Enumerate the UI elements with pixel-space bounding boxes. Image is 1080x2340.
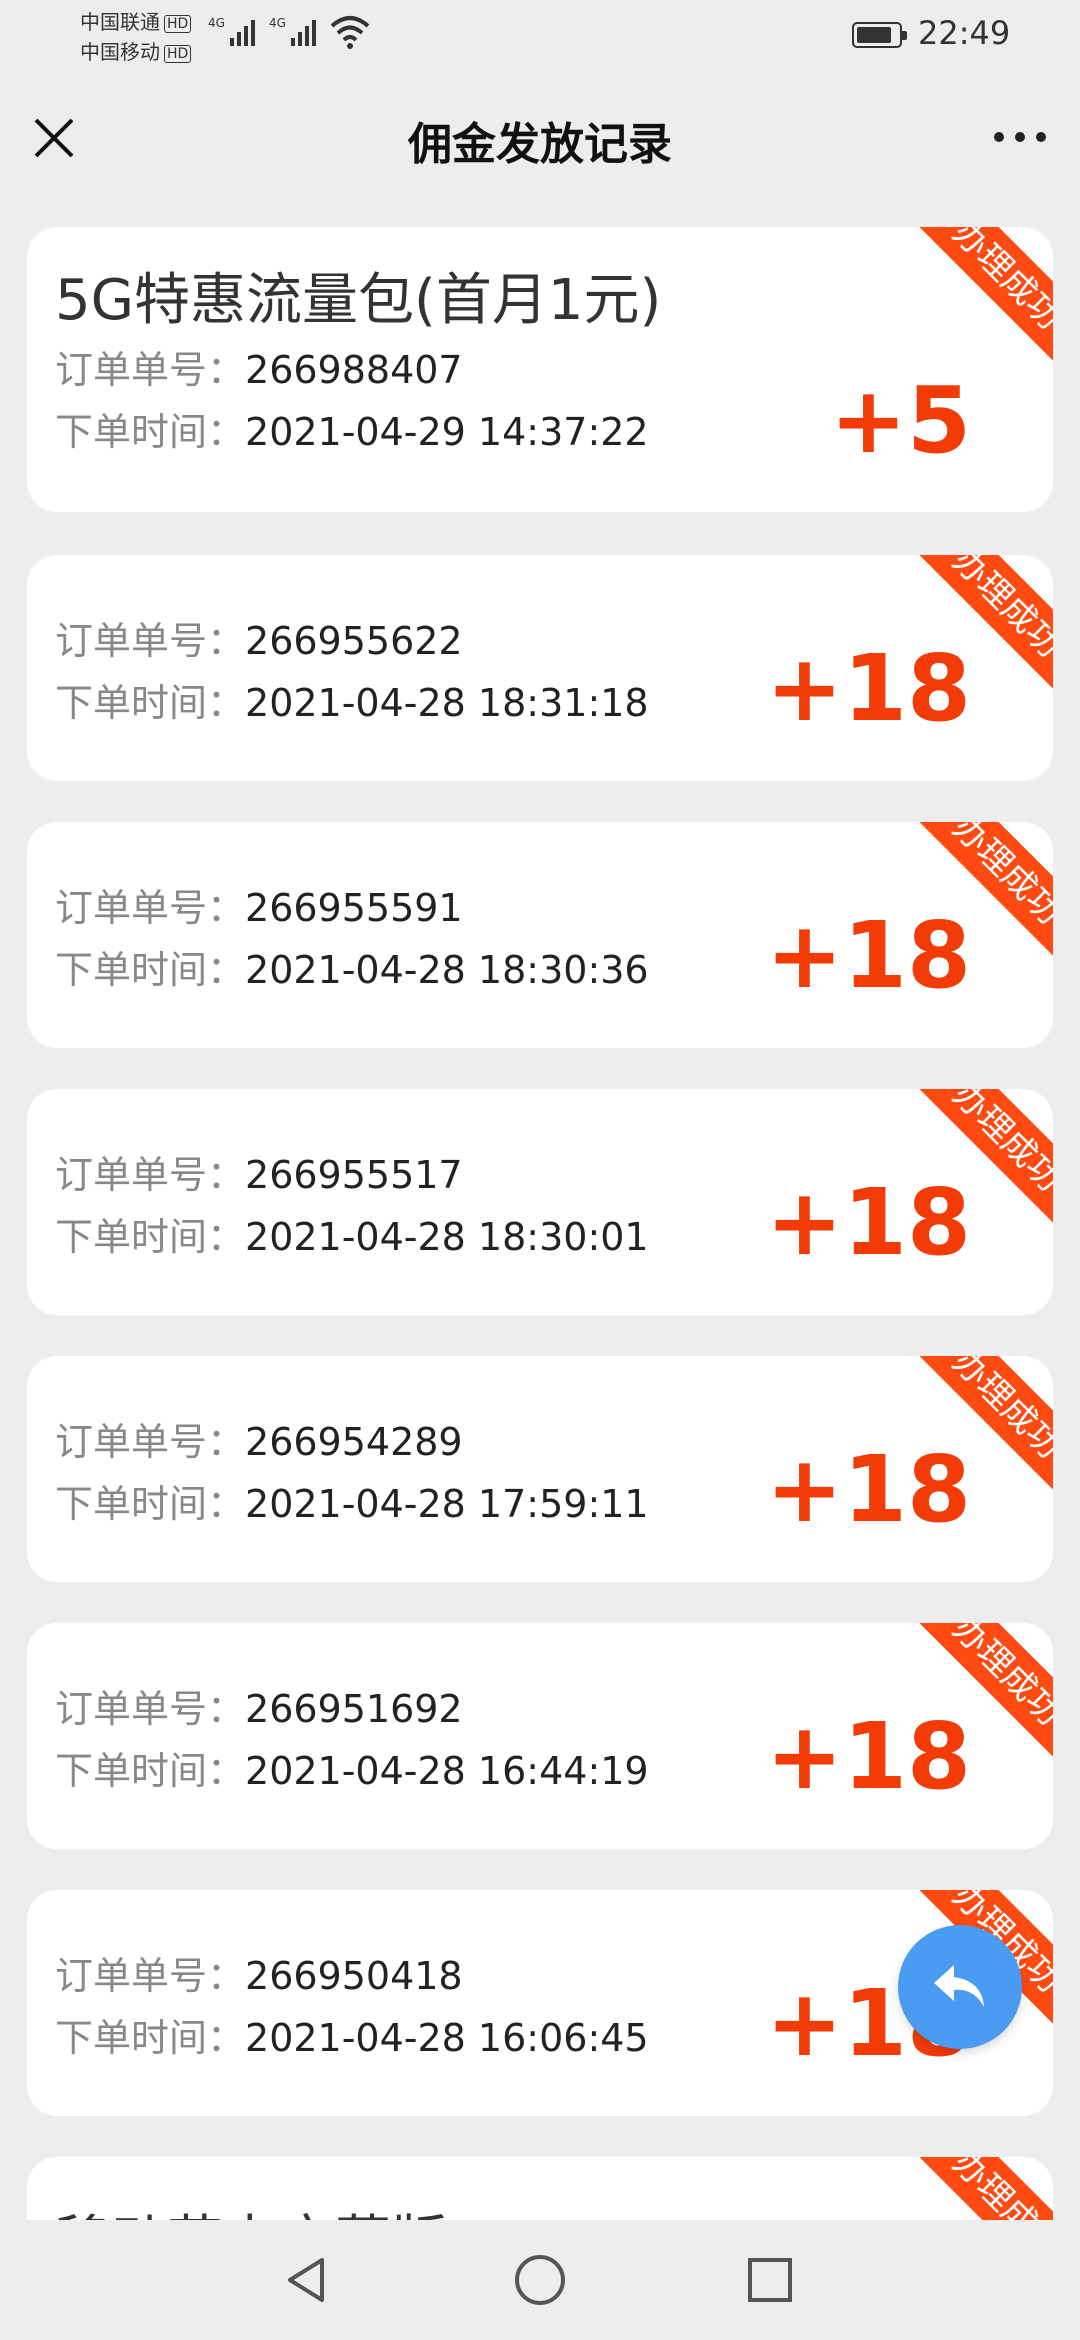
order-number-label: 订单单号：: [55, 348, 246, 392]
order-number-row: 订单单号：266955591: [55, 877, 463, 932]
hd-badge: HD: [164, 44, 192, 63]
order-time-label: 下单时间：: [55, 681, 246, 725]
order-time-label: 下单时间：: [55, 1482, 246, 1526]
order-number-row: 订单单号：266950418: [55, 1945, 463, 2000]
order-number-value: 266955622: [245, 619, 463, 663]
order-time-value: 2021-04-28 18:30:01: [245, 1215, 649, 1259]
commission-amount: +18: [765, 1703, 971, 1810]
commission-amount: +18: [765, 902, 971, 1009]
order-number-value: 266954289: [245, 1420, 463, 1464]
recent-square-icon[interactable]: [745, 2255, 795, 2305]
reply-arrow-icon: [934, 1965, 984, 2007]
signal-icon: 4G: [208, 16, 255, 46]
order-time-value: 2021-04-28 17:59:11: [245, 1482, 649, 1526]
order-time-label: 下单时间：: [55, 410, 246, 454]
commission-amount: +5: [829, 367, 971, 474]
order-time-label: 下单时间：: [55, 1749, 246, 1793]
carrier-2: 中国移动 HD: [80, 40, 192, 64]
order-time-row: 下单时间：2021-04-28 16:06:45: [55, 2007, 649, 2062]
order-time-label: 下单时间：: [55, 2016, 246, 2060]
order-number-label: 订单单号：: [55, 619, 246, 663]
order-time-label: 下单时间：: [55, 1215, 246, 1259]
signal-icons: 4G 4G: [208, 16, 316, 46]
order-time-row: 下单时间：2021-04-28 17:59:11: [55, 1473, 649, 1528]
order-time-value: 2021-04-28 16:06:45: [245, 2016, 649, 2060]
carrier-1-label: 中国联通: [80, 10, 160, 34]
order-time-row: 下单时间：2021-04-28 16:44:19: [55, 1740, 649, 1795]
record-title: 移动花卡宝藏版: [55, 2197, 447, 2220]
order-number-label: 订单单号：: [55, 1153, 246, 1197]
carrier-2-label: 中国移动: [80, 40, 160, 64]
commission-amount: +18: [765, 1436, 971, 1543]
order-time-row: 下单时间：2021-04-28 18:30:01: [55, 1206, 649, 1261]
page-title: 佣金发放记录: [408, 119, 672, 170]
home-circle-icon[interactable]: [512, 2252, 568, 2308]
hd-badge: HD: [164, 14, 192, 33]
order-number-row: 订单单号：266955517: [55, 1144, 463, 1199]
order-time-label: 下单时间：: [55, 948, 246, 992]
record-card[interactable]: 办理成功 订单单号：266951692 下单时间：2021-04-28 16:4…: [27, 1623, 1053, 1849]
order-number-row: 订单单号：266951692: [55, 1678, 463, 1733]
order-number-row: 订单单号：266955622: [55, 610, 463, 665]
record-card[interactable]: 办理成功 订单单号：266954289 下单时间：2021-04-28 17:5…: [27, 1356, 1053, 1582]
order-number-label: 订单单号：: [55, 1687, 246, 1731]
order-number-label: 订单单号：: [55, 886, 246, 930]
order-time-row: 下单时间：2021-04-28 18:30:36: [55, 939, 649, 994]
order-number-value: 266955517: [245, 1153, 463, 1197]
order-time-value: 2021-04-28 18:30:36: [245, 948, 649, 992]
network-type: 4G: [208, 16, 225, 30]
order-number-value: 266955591: [245, 886, 463, 930]
status-ribbon-label: 办理成功: [944, 2157, 1053, 2220]
status-ribbon: 办理成功: [852, 2157, 1053, 2220]
clock: 22:49: [918, 14, 1011, 52]
signal-icon: 4G: [269, 16, 316, 46]
battery-icon: [852, 22, 907, 48]
record-card[interactable]: 办理成功 移动花卡宝藏版: [27, 2157, 1053, 2220]
order-time-value: 2021-04-28 16:44:19: [245, 1749, 649, 1793]
record-card[interactable]: 办理成功 5G特惠流量包(首月1元) 订单单号：266988407 下单时间：2…: [27, 227, 1053, 512]
order-number-label: 订单单号：: [55, 1420, 246, 1464]
status-bar: 中国联通 HD 中国移动 HD 4G 4G 22:49: [0, 0, 1080, 70]
commission-amount: +18: [765, 635, 971, 742]
record-card[interactable]: 办理成功 订单单号：266950418 下单时间：2021-04-28 16:0…: [27, 1890, 1053, 2116]
record-card[interactable]: 办理成功 订单单号：266955591 下单时间：2021-04-28 18:3…: [27, 822, 1053, 1048]
wifi-icon: [330, 16, 370, 49]
back-fab-button[interactable]: [898, 1925, 1022, 2049]
order-time-value: 2021-04-29 14:37:22: [245, 410, 649, 454]
order-time-row: 下单时间：2021-04-29 14:37:22: [55, 401, 649, 456]
order-number-row: 订单单号：266954289: [55, 1411, 463, 1466]
record-card[interactable]: 办理成功 订单单号：266955517 下单时间：2021-04-28 18:3…: [27, 1089, 1053, 1315]
record-title: 5G特惠流量包(首月1元): [55, 268, 662, 333]
order-number-value: 266951692: [245, 1687, 463, 1731]
commission-record-list[interactable]: 办理成功 5G特惠流量包(首月1元) 订单单号：266988407 下单时间：2…: [0, 205, 1080, 2220]
order-time-row: 下单时间：2021-04-28 18:31:18: [55, 672, 649, 727]
order-number-row: 订单单号：266988407: [55, 339, 463, 394]
carrier-1: 中国联通 HD: [80, 10, 192, 34]
status-ribbon-label: 办理成功: [944, 227, 1053, 338]
network-type: 4G: [268, 16, 286, 30]
app-header: 佣金发放记录: [0, 70, 1080, 205]
commission-amount: +18: [765, 1169, 971, 1276]
order-number-value: 266950418: [245, 1954, 463, 1998]
back-triangle-icon[interactable]: [282, 2255, 332, 2305]
order-number-label: 订单单号：: [55, 1954, 246, 1998]
system-nav-bar: [0, 2220, 1080, 2340]
record-card[interactable]: 办理成功 订单单号：266955622 下单时间：2021-04-28 18:3…: [27, 555, 1053, 781]
order-time-value: 2021-04-28 18:31:18: [245, 681, 649, 725]
more-icon[interactable]: [994, 122, 1050, 152]
order-number-value: 266988407: [245, 348, 463, 392]
